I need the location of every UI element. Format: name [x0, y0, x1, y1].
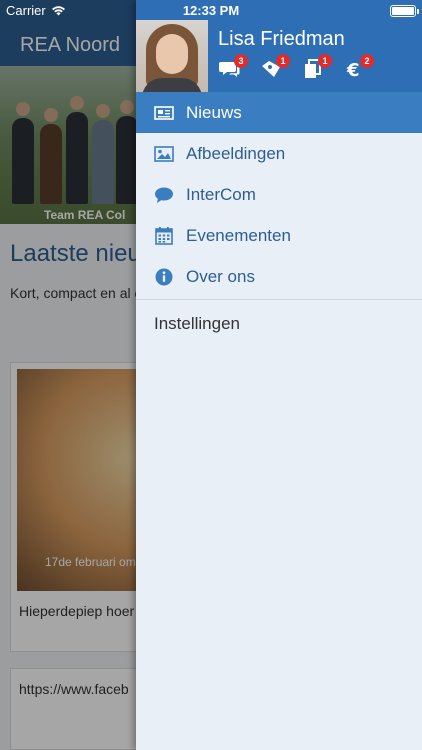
battery-icon [390, 5, 419, 17]
deals-badge: 1 [276, 54, 290, 68]
documents-icon[interactable]: 1 [302, 54, 332, 80]
calendar-icon [154, 226, 174, 246]
menu-item-afbeeldingen[interactable]: Afbeeldingen [136, 133, 422, 174]
chat-badge: 3 [234, 54, 248, 68]
side-drawer: Lisa Friedman 3 1 1 € 2 Nieuws Afbeeldin… [136, 0, 422, 750]
menu-item-intercom[interactable]: InterCom [136, 174, 422, 215]
documents-badge: 1 [318, 54, 332, 68]
menu-item-label: Over ons [186, 266, 255, 286]
menu-item-label: Afbeeldingen [186, 143, 286, 163]
status-bar: Carrier 12:33 PM [0, 0, 422, 22]
settings-item[interactable]: Instellingen [136, 300, 422, 348]
header-icon-row: 3 1 1 € 2 [218, 54, 374, 81]
news-icon [154, 103, 174, 123]
avatar[interactable] [136, 20, 208, 92]
menu-item-label: Evenementen [186, 225, 291, 245]
info-icon [154, 267, 174, 287]
menu-item-over-ons[interactable]: Over ons [136, 256, 422, 297]
deals-icon[interactable]: 1 [260, 54, 290, 80]
user-name: Lisa Friedman [218, 28, 345, 50]
menu-item-nieuws[interactable]: Nieuws [136, 92, 422, 133]
euro-icon[interactable]: € 2 [344, 54, 374, 81]
menu-item-label: Nieuws [186, 102, 242, 122]
svg-text:€: € [346, 60, 360, 80]
chat-bubble-icon [154, 185, 174, 205]
chat-icon[interactable]: 3 [218, 54, 248, 80]
menu-item-label: InterCom [186, 184, 256, 204]
menu-item-evenementen[interactable]: Evenementen [136, 215, 422, 256]
drawer-menu: Nieuws Afbeeldingen InterCom Evenementen… [136, 92, 422, 348]
clock: 12:33 PM [182, 3, 240, 18]
images-icon [154, 144, 174, 164]
euro-badge: 2 [360, 54, 374, 68]
